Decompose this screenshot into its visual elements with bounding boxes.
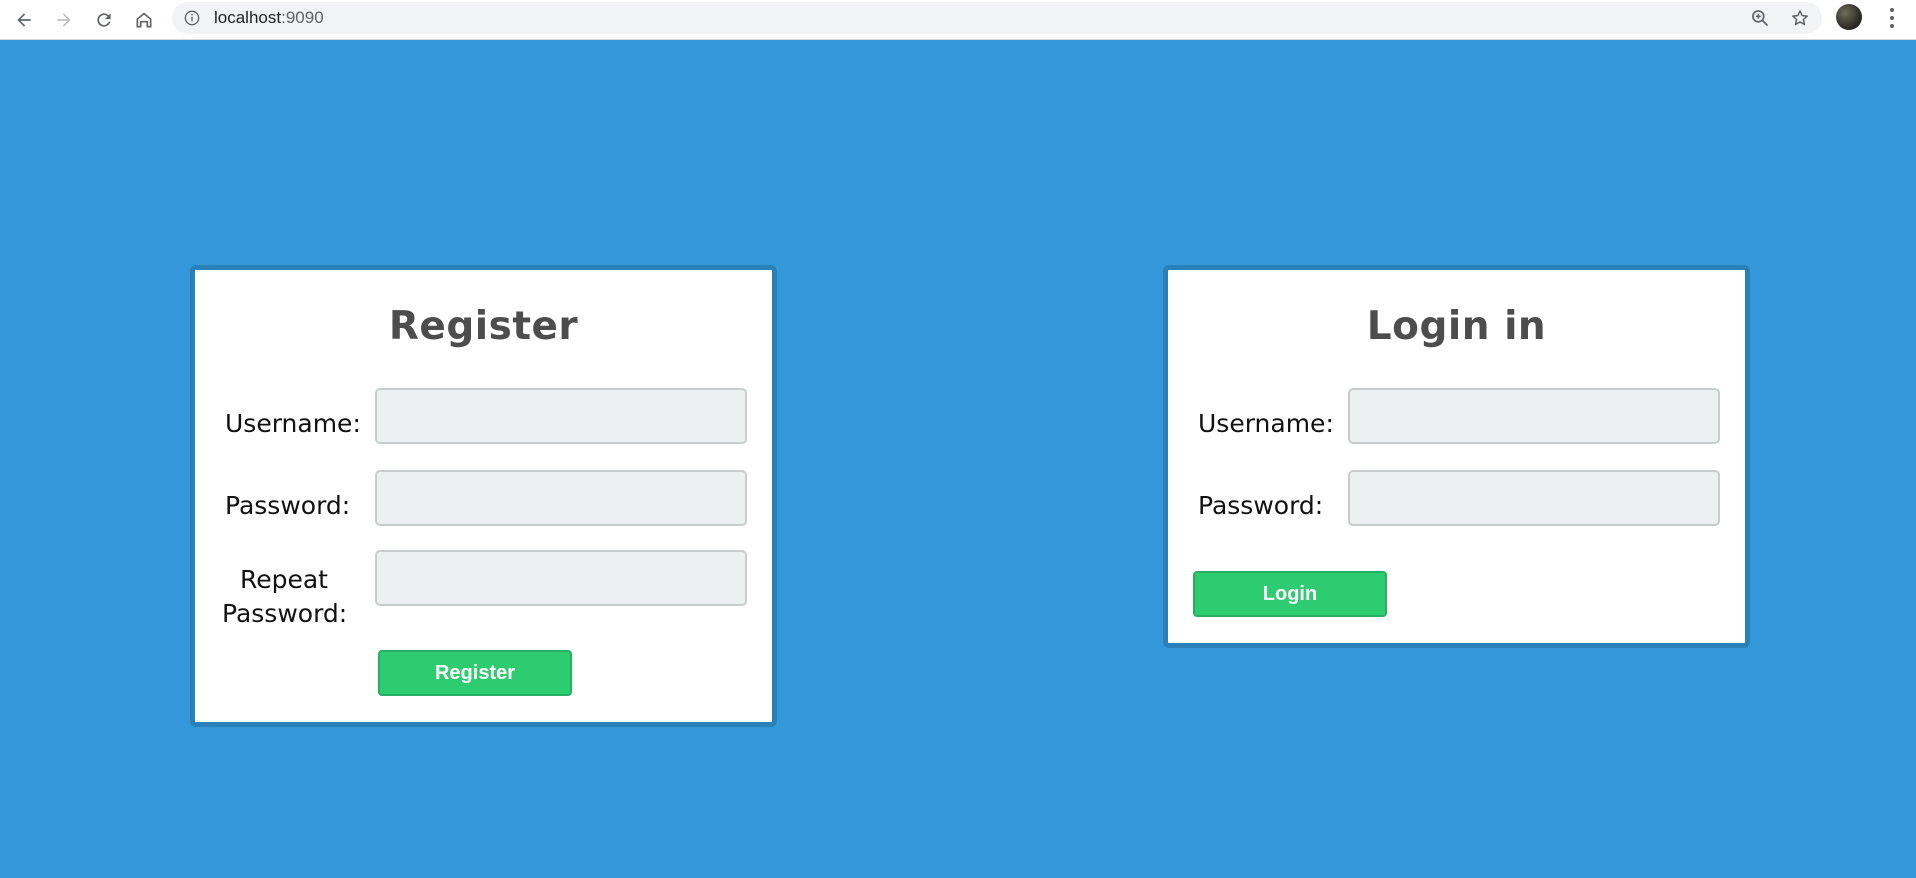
login-username-label: Username:	[1198, 409, 1334, 438]
login-card: Login in Username: Password: Login	[1163, 265, 1750, 648]
register-username-label: Username:	[225, 409, 361, 438]
repeat-label-line1: Repeat	[239, 565, 328, 594]
back-arrow-icon[interactable]	[9, 5, 39, 35]
more-vert-icon[interactable]	[1880, 4, 1904, 32]
register-username-input[interactable]	[375, 388, 747, 444]
login-password-label: Password:	[1198, 491, 1324, 520]
login-title: Login in	[1366, 304, 1547, 349]
star-icon[interactable]	[1790, 8, 1810, 28]
url-text: localhost:9090	[214, 2, 324, 34]
register-password-label: Password:	[225, 491, 351, 520]
info-icon[interactable]	[184, 10, 200, 26]
register-password-input[interactable]	[375, 470, 747, 526]
register-repeat-password-input[interactable]	[375, 550, 747, 606]
url-port: :9090	[281, 8, 324, 27]
url-host: localhost	[214, 8, 282, 27]
reload-icon[interactable]	[89, 5, 119, 35]
repeat-label-line2: Password:	[222, 599, 348, 628]
address-bar[interactable]: localhost:9090	[172, 2, 1822, 34]
register-button[interactable]: Register	[378, 650, 572, 696]
browser-toolbar: localhost:9090	[0, 0, 1916, 40]
login-button[interactable]: Login	[1193, 571, 1387, 617]
home-icon[interactable]	[129, 5, 159, 35]
zoom-icon[interactable]	[1750, 8, 1770, 28]
forward-arrow-icon[interactable]	[49, 5, 79, 35]
register-title: Register	[388, 304, 579, 349]
register-card: Register Username: Password: Repeat Pass…	[190, 265, 777, 727]
login-username-input[interactable]	[1348, 388, 1720, 444]
login-password-input[interactable]	[1348, 470, 1720, 526]
avatar[interactable]	[1836, 4, 1862, 30]
register-repeat-password-label: Repeat Password:	[222, 563, 348, 631]
